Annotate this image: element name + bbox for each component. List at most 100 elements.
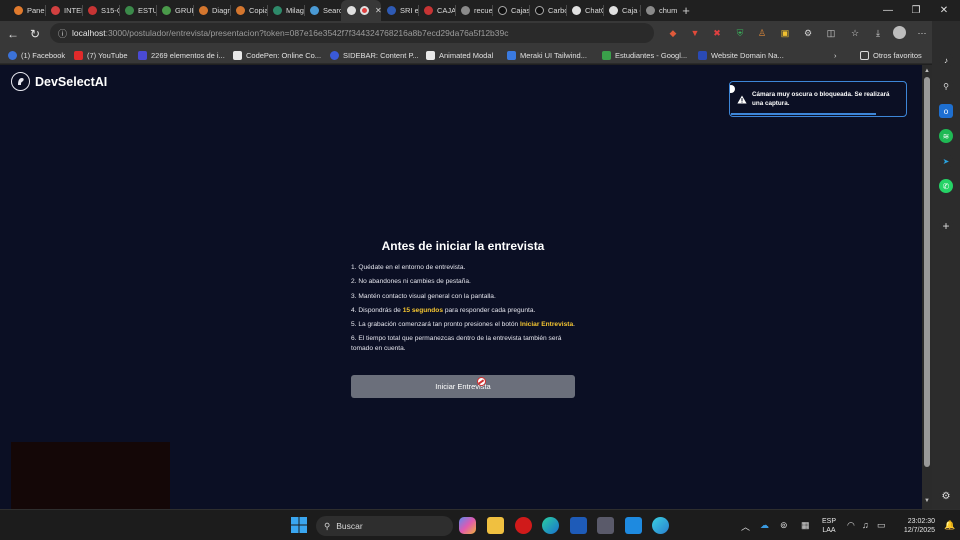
bookmark-item[interactable]: Website Domain Na... xyxy=(698,46,784,64)
tray-overflow-icon[interactable]: ︿ xyxy=(741,520,750,533)
browser-tab[interactable]: ChatGP xyxy=(566,0,603,21)
clock[interactable]: 23:02:30 12/7/2025 xyxy=(893,517,935,535)
page-scrollbar[interactable]: ▲ ▼ xyxy=(922,65,932,509)
volume-icon[interactable]: ♫ xyxy=(862,520,869,530)
brand[interactable]: DevSelectAI xyxy=(11,72,107,91)
profile-avatar[interactable] xyxy=(893,26,906,39)
extension-user-icon[interactable]: ♙ xyxy=(755,26,769,40)
reload-icon[interactable]: ↻ xyxy=(24,23,46,45)
copilot-app-icon[interactable] xyxy=(459,517,476,534)
not-allowed-cursor-icon xyxy=(477,377,486,386)
browser-tab-active[interactable]: ✕ xyxy=(341,0,381,21)
bookmark-item[interactable]: 2269 elementos de i... xyxy=(138,46,225,64)
browser-tab[interactable]: GRUPC xyxy=(156,0,193,21)
start-interview-button[interactable]: Iniciar Entrevista xyxy=(351,375,575,398)
address-bar[interactable]: ⓘ localhost:3000/postulador/entrevista/p… xyxy=(50,23,654,43)
browser-tab[interactable]: Cajas P xyxy=(492,0,529,21)
add-sidebar-app-icon[interactable]: + xyxy=(939,219,953,233)
opera-icon[interactable] xyxy=(515,517,532,534)
bookmarks-overflow-icon[interactable]: › xyxy=(834,46,837,64)
wifi-icon[interactable]: ◠ xyxy=(847,520,855,531)
tab-favicon-icon xyxy=(646,6,655,15)
camera-warning-toast: Cámara muy oscura o bloqueada. Se realiz… xyxy=(729,81,907,117)
vscode-icon[interactable] xyxy=(625,517,642,534)
split-screen-icon[interactable]: ◫ xyxy=(824,26,838,40)
highlight-seconds: 15 segundos xyxy=(402,306,443,314)
address-bar-row: ← ↻ ⓘ localhost:3000/postulador/entrevis… xyxy=(0,21,960,59)
close-window-icon[interactable]: ✕ xyxy=(928,0,960,21)
edge-dev-icon[interactable] xyxy=(652,517,669,534)
browser-tab[interactable]: Milagr xyxy=(267,0,304,21)
input-language[interactable]: ESP LAA xyxy=(818,517,840,535)
more-menu-icon[interactable]: ⋯ xyxy=(915,26,929,40)
search-icon[interactable]: ⚲ xyxy=(939,79,953,93)
bookmark-item[interactable]: (7) YouTube xyxy=(74,46,128,64)
telegram-icon[interactable]: ➤ xyxy=(939,154,953,168)
tray-app-icon[interactable]: ▦ xyxy=(801,520,810,531)
battery-icon[interactable]: ▭ xyxy=(877,520,886,531)
word-icon[interactable] xyxy=(570,517,587,534)
browser-tab[interactable]: Carbon xyxy=(529,0,566,21)
tab-favicon-icon xyxy=(424,6,433,15)
bookmark-item[interactable]: Estudiantes - Googl... xyxy=(602,46,687,64)
warning-icon xyxy=(737,95,747,103)
extension-blocker-icon[interactable]: ✖ xyxy=(710,26,724,40)
browser-tab[interactable]: INTELI xyxy=(45,0,82,21)
browser-tab[interactable]: Copia d xyxy=(230,0,267,21)
file-explorer-icon[interactable] xyxy=(487,517,504,534)
browser-tab[interactable]: S15-CC xyxy=(82,0,119,21)
bookmark-item[interactable]: CodePen: Online Co... xyxy=(233,46,321,64)
downloads-icon[interactable]: ⤓ xyxy=(871,26,885,40)
browser-tab[interactable]: Caja de xyxy=(603,0,640,21)
bookmark-favicon-icon xyxy=(426,50,435,60)
edge-icon[interactable] xyxy=(542,517,559,534)
rule-item: 4. Dispondrás de 15 segundos para respon… xyxy=(351,306,536,314)
bookmark-item[interactable]: SIDEBAR: Content P... xyxy=(330,46,419,64)
browser-tab[interactable]: recuer xyxy=(455,0,492,21)
bookmark-item[interactable]: (1) Facebook xyxy=(8,46,65,64)
scroll-up-icon[interactable]: ▲ xyxy=(923,67,931,75)
extensions-icon[interactable]: ⚙ xyxy=(801,26,815,40)
calculator-icon[interactable] xyxy=(597,517,614,534)
tab-favicon-icon xyxy=(236,6,245,15)
taskbar-search[interactable]: ⚲ Buscar xyxy=(316,516,453,536)
scroll-down-icon[interactable]: ▼ xyxy=(923,497,931,505)
other-favorites[interactable]: Otros favoritos xyxy=(860,46,922,64)
extension-shield-icon[interactable]: ⛨ xyxy=(733,26,747,40)
tab-favicon-icon xyxy=(347,6,356,15)
extension-brave-icon[interactable]: ◆ xyxy=(666,26,680,40)
tab-favicon-icon xyxy=(387,6,396,15)
site-info-icon[interactable]: ⓘ xyxy=(58,27,67,40)
sidebar-settings-icon[interactable]: ⚙ xyxy=(939,489,953,503)
extension-gitlab-icon[interactable]: ▼ xyxy=(688,26,702,40)
notifications-icon[interactable]: 🔔 xyxy=(944,520,955,531)
windows-start-icon[interactable] xyxy=(291,517,307,533)
bookmark-item[interactable]: Animated Modal xyxy=(426,46,493,64)
spotify-icon[interactable]: ≋ xyxy=(939,129,953,143)
tab-favicon-icon xyxy=(609,6,618,15)
camera-preview xyxy=(11,442,170,509)
browser-tab[interactable]: chumb xyxy=(640,0,677,21)
whatsapp-icon[interactable]: ✆ xyxy=(939,179,953,193)
rule-item: 1. Quédate en el entorno de entrevista. xyxy=(351,264,466,271)
browser-tab[interactable]: Diagra xyxy=(193,0,230,21)
new-tab-icon[interactable]: + xyxy=(677,0,695,21)
browser-tab[interactable]: CAJAS xyxy=(418,0,455,21)
bookmarks-bar: (1) Facebook (7) YouTube 2269 elementos … xyxy=(0,46,960,64)
scroll-thumb[interactable] xyxy=(924,77,930,467)
extension-wallet-icon[interactable]: ▣ xyxy=(778,26,792,40)
youtube-icon xyxy=(74,50,83,60)
tab-favicon-icon xyxy=(14,6,23,15)
bookmark-item[interactable]: Meraki UI Tailwind... xyxy=(507,46,587,64)
google-drive-icon xyxy=(602,50,611,60)
browser-tab[interactable]: SRI en xyxy=(381,0,418,21)
browser-tab[interactable]: Panel | xyxy=(8,0,45,21)
favorites-icon[interactable]: ☆ xyxy=(848,26,862,40)
browser-tab[interactable]: Search xyxy=(304,0,341,21)
tray-device-icon[interactable]: ⊚ xyxy=(780,520,788,531)
back-icon[interactable]: ← xyxy=(2,23,24,45)
tiktok-icon[interactable]: ♪ xyxy=(939,53,953,67)
browser-tab[interactable]: ESTUDI xyxy=(119,0,156,21)
onedrive-icon[interactable]: ☁ xyxy=(760,520,769,531)
outlook-icon[interactable]: o xyxy=(939,104,953,118)
